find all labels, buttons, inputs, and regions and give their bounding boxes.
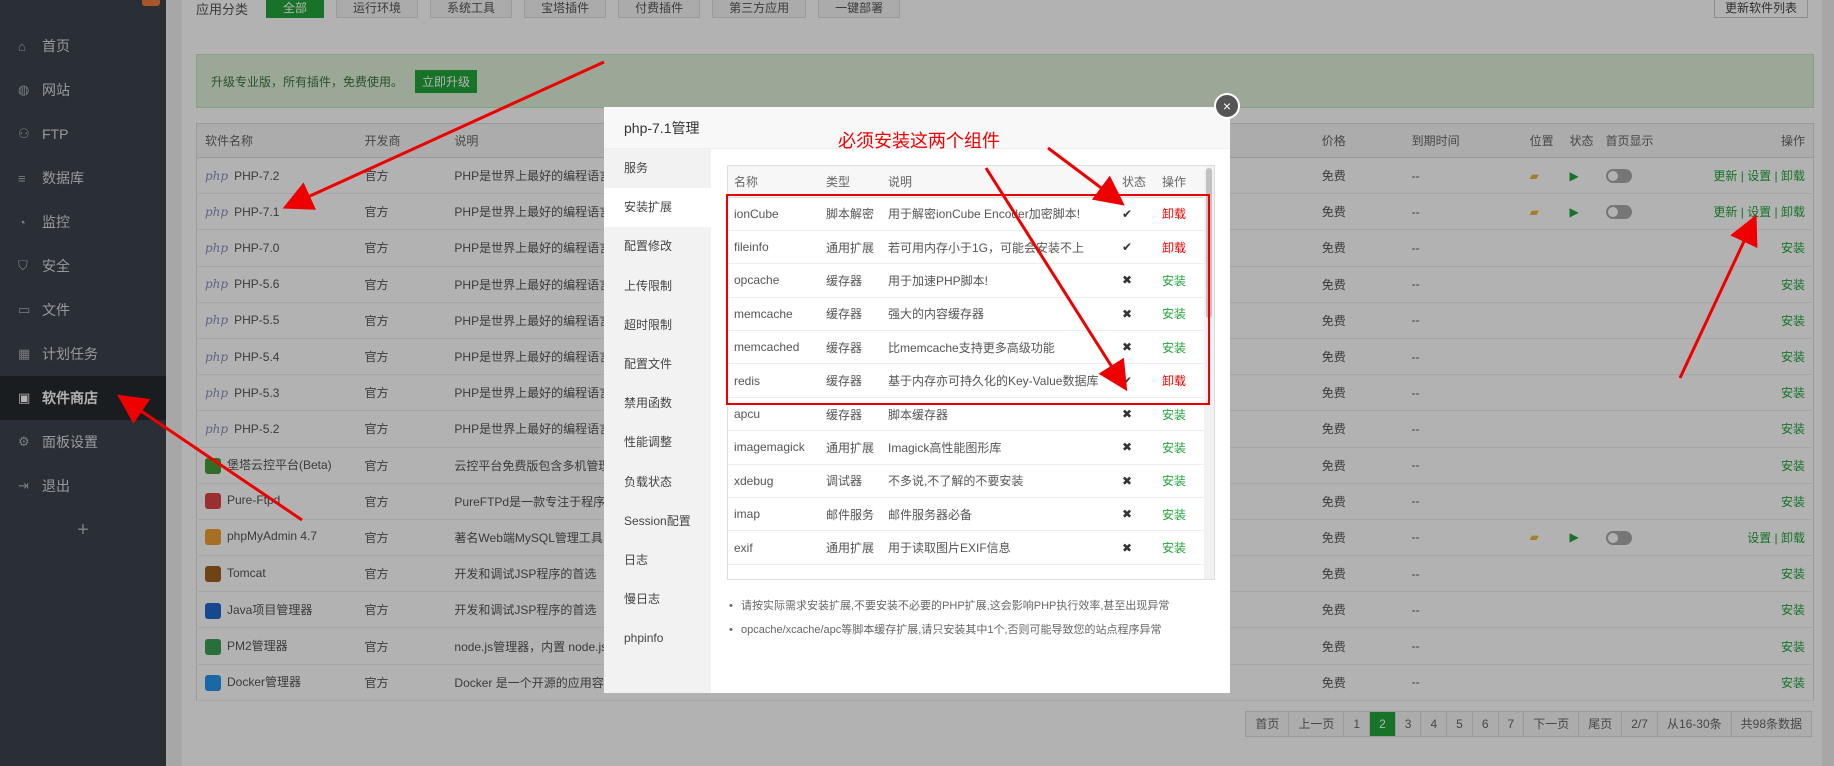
extension-type: 邮件服务 xyxy=(820,497,882,532)
extension-name: apcu xyxy=(728,397,820,432)
modal-menu-item[interactable]: 配置文件 xyxy=(604,345,711,384)
install-button[interactable]: 安装 xyxy=(1156,530,1204,565)
install-button[interactable]: 安装 xyxy=(1156,263,1204,298)
extension-row: fileinfo 通用扩展 若可用内存小于1G，可能会安装不上 ✔ 卸载 xyxy=(728,230,1204,265)
cross-icon: ✖ xyxy=(1116,397,1156,432)
ext-col-desc: 说明 xyxy=(882,166,1116,198)
extension-desc: 比memcache支持更多高级功能 xyxy=(882,330,1116,365)
cross-icon: ✖ xyxy=(1116,530,1156,565)
extension-row: opcache 缓存器 用于加速PHP脚本! ✖ 安装 xyxy=(728,263,1204,298)
extension-table-header: 名称 类型 说明 状态 操作 xyxy=(728,166,1204,198)
modal-menu-item[interactable]: 慢日志 xyxy=(604,580,711,619)
extension-name: fileinfo xyxy=(728,230,820,265)
extension-row: imap 邮件服务 邮件服务器必备 ✖ 安装 xyxy=(728,497,1204,532)
extension-type: 缓存器 xyxy=(820,363,882,398)
extension-name: redis xyxy=(728,363,820,398)
cross-icon: ✖ xyxy=(1116,330,1156,365)
extension-list-scroll[interactable]: 名称 类型 说明 状态 操作 ionCube 脚本解密 用于解密ionCube En… xyxy=(727,165,1215,580)
modal-menu-item[interactable]: 上传限制 xyxy=(604,267,711,306)
uninstall-button[interactable]: 卸载 xyxy=(1156,363,1204,398)
modal-menu-item[interactable]: 负载状态 xyxy=(604,463,711,502)
install-button[interactable]: 安装 xyxy=(1156,297,1204,332)
check-icon: ✔ xyxy=(1116,363,1156,398)
extension-name: ionCube xyxy=(728,197,820,231)
extension-name: exif xyxy=(728,530,820,565)
extension-notes: 请按实际需求安装扩展,不要安装不必要的PHP扩展,这会影响PHP执行效率,甚至出… xyxy=(727,594,1222,642)
extension-type: 缓存器 xyxy=(820,297,882,332)
cross-icon: ✖ xyxy=(1116,464,1156,499)
extension-desc: 基于内存亦可持久化的Key-Value数据库 xyxy=(882,363,1116,398)
ext-col-op: 操作 xyxy=(1156,166,1204,198)
extension-desc: 用于读取图片EXIF信息 xyxy=(882,530,1116,565)
ext-col-name: 名称 xyxy=(728,166,820,198)
install-button[interactable]: 安装 xyxy=(1156,330,1204,365)
extension-row: imagemagick 通用扩展 Imagick高性能图形库 ✖ 安装 xyxy=(728,430,1204,465)
modal-menu-item[interactable]: 超时限制 xyxy=(604,306,711,345)
extension-scrollbar[interactable] xyxy=(1204,166,1214,579)
extension-table: 名称 类型 说明 状态 操作 ionCube 脚本解密 用于解密ionCube En… xyxy=(728,166,1204,565)
extension-desc: 用于加速PHP脚本! xyxy=(882,263,1116,298)
extension-name: imap xyxy=(728,497,820,532)
extension-type: 缓存器 xyxy=(820,397,882,432)
scrollbar-thumb[interactable] xyxy=(1206,168,1212,318)
extension-row: memcached 缓存器 比memcache支持更多高级功能 ✖ 安装 xyxy=(728,330,1204,365)
install-button[interactable]: 安装 xyxy=(1156,464,1204,499)
extension-desc: Imagick高性能图形库 xyxy=(882,430,1116,465)
extension-desc: 邮件服务器必备 xyxy=(882,497,1116,532)
extension-panel: 名称 类型 说明 状态 操作 ionCube 脚本解密 用于解密ionCube En… xyxy=(711,149,1230,693)
extension-type: 通用扩展 xyxy=(820,530,882,565)
extension-desc: 若可用内存小于1G，可能会安装不上 xyxy=(882,230,1116,265)
extension-row: apcu 缓存器 脚本缓存器 ✖ 安装 xyxy=(728,397,1204,432)
close-icon[interactable]: × xyxy=(1214,93,1240,119)
extension-type: 缓存器 xyxy=(820,263,882,298)
extension-name: memcache xyxy=(728,297,820,332)
uninstall-button[interactable]: 卸载 xyxy=(1156,230,1204,265)
modal-menu-item[interactable]: 日志 xyxy=(604,541,711,580)
cross-icon: ✖ xyxy=(1116,430,1156,465)
extension-name: xdebug xyxy=(728,464,820,499)
extension-row: exif 通用扩展 用于读取图片EXIF信息 ✖ 安装 xyxy=(728,530,1204,565)
extension-name: imagemagick xyxy=(728,430,820,465)
install-button[interactable]: 安装 xyxy=(1156,397,1204,432)
modal-menu-item[interactable]: 性能调整 xyxy=(604,423,711,462)
php-manage-modal: php-7.1管理 × 服务 安装扩展 配置修改 上传限制 超时限制 配置文件 禁用函数 性能… xyxy=(604,93,1240,693)
extension-desc: 脚本缓存器 xyxy=(882,397,1116,432)
extension-type: 调试器 xyxy=(820,464,882,499)
modal-menu-item[interactable]: 安装扩展 xyxy=(604,188,711,228)
cross-icon: ✖ xyxy=(1116,497,1156,532)
modal-side-menu: 服务 安装扩展 配置修改 上传限制 超时限制 配置文件 禁用函数 性能调整 负载状态 Sessio… xyxy=(604,149,711,693)
modal-menu-item[interactable]: phpinfo xyxy=(604,619,711,658)
modal-menu-item[interactable]: 配置修改 xyxy=(604,227,711,266)
extension-row: redis 缓存器 基于内存亦可持久化的Key-Value数据库 ✔ 卸载 xyxy=(728,363,1204,398)
ext-col-type: 类型 xyxy=(820,166,882,198)
extension-type: 通用扩展 xyxy=(820,430,882,465)
extension-desc: 强大的内容缓存器 xyxy=(882,297,1116,332)
extension-table-body: ionCube 脚本解密 用于解密ionCube Encoder加密脚本! ✔ 卸载 fi… xyxy=(728,197,1204,565)
cross-icon: ✖ xyxy=(1116,263,1156,298)
modal-menu-item[interactable]: Session配置 xyxy=(604,502,711,541)
modal-menu-item[interactable]: 禁用函数 xyxy=(604,384,711,423)
ext-col-status: 状态 xyxy=(1116,166,1156,198)
extension-note: 请按实际需求安装扩展,不要安装不必要的PHP扩展,这会影响PHP执行效率,甚至出… xyxy=(727,594,1222,618)
annotation-text: 必须安装这两个组件 xyxy=(838,131,1000,151)
check-icon: ✔ xyxy=(1116,230,1156,265)
extension-row: memcache 缓存器 强大的内容缓存器 ✖ 安装 xyxy=(728,297,1204,332)
extension-type: 通用扩展 xyxy=(820,230,882,265)
extension-desc: 不多说,不了解的不要安装 xyxy=(882,464,1116,499)
install-button[interactable]: 安装 xyxy=(1156,497,1204,532)
extension-name: opcache xyxy=(728,263,820,298)
extension-desc: 用于解密ionCube Encoder加密脚本! xyxy=(882,197,1116,231)
check-icon: ✔ xyxy=(1116,197,1156,231)
install-button[interactable]: 安装 xyxy=(1156,430,1204,465)
modal-menu-item[interactable]: 服务 xyxy=(604,149,711,188)
extension-note: opcache/xcache/apc等脚本缓存扩展,请只安装其中1个,否则可能导… xyxy=(727,618,1222,642)
extension-type: 缓存器 xyxy=(820,330,882,365)
uninstall-button[interactable]: 卸载 xyxy=(1156,197,1204,231)
extension-row: ionCube 脚本解密 用于解密ionCube Encoder加密脚本! ✔ 卸载 xyxy=(728,197,1204,231)
extension-type: 脚本解密 xyxy=(820,197,882,231)
extension-row: xdebug 调试器 不多说,不了解的不要安装 ✖ 安装 xyxy=(728,464,1204,499)
extension-name: memcached xyxy=(728,330,820,365)
cross-icon: ✖ xyxy=(1116,297,1156,332)
